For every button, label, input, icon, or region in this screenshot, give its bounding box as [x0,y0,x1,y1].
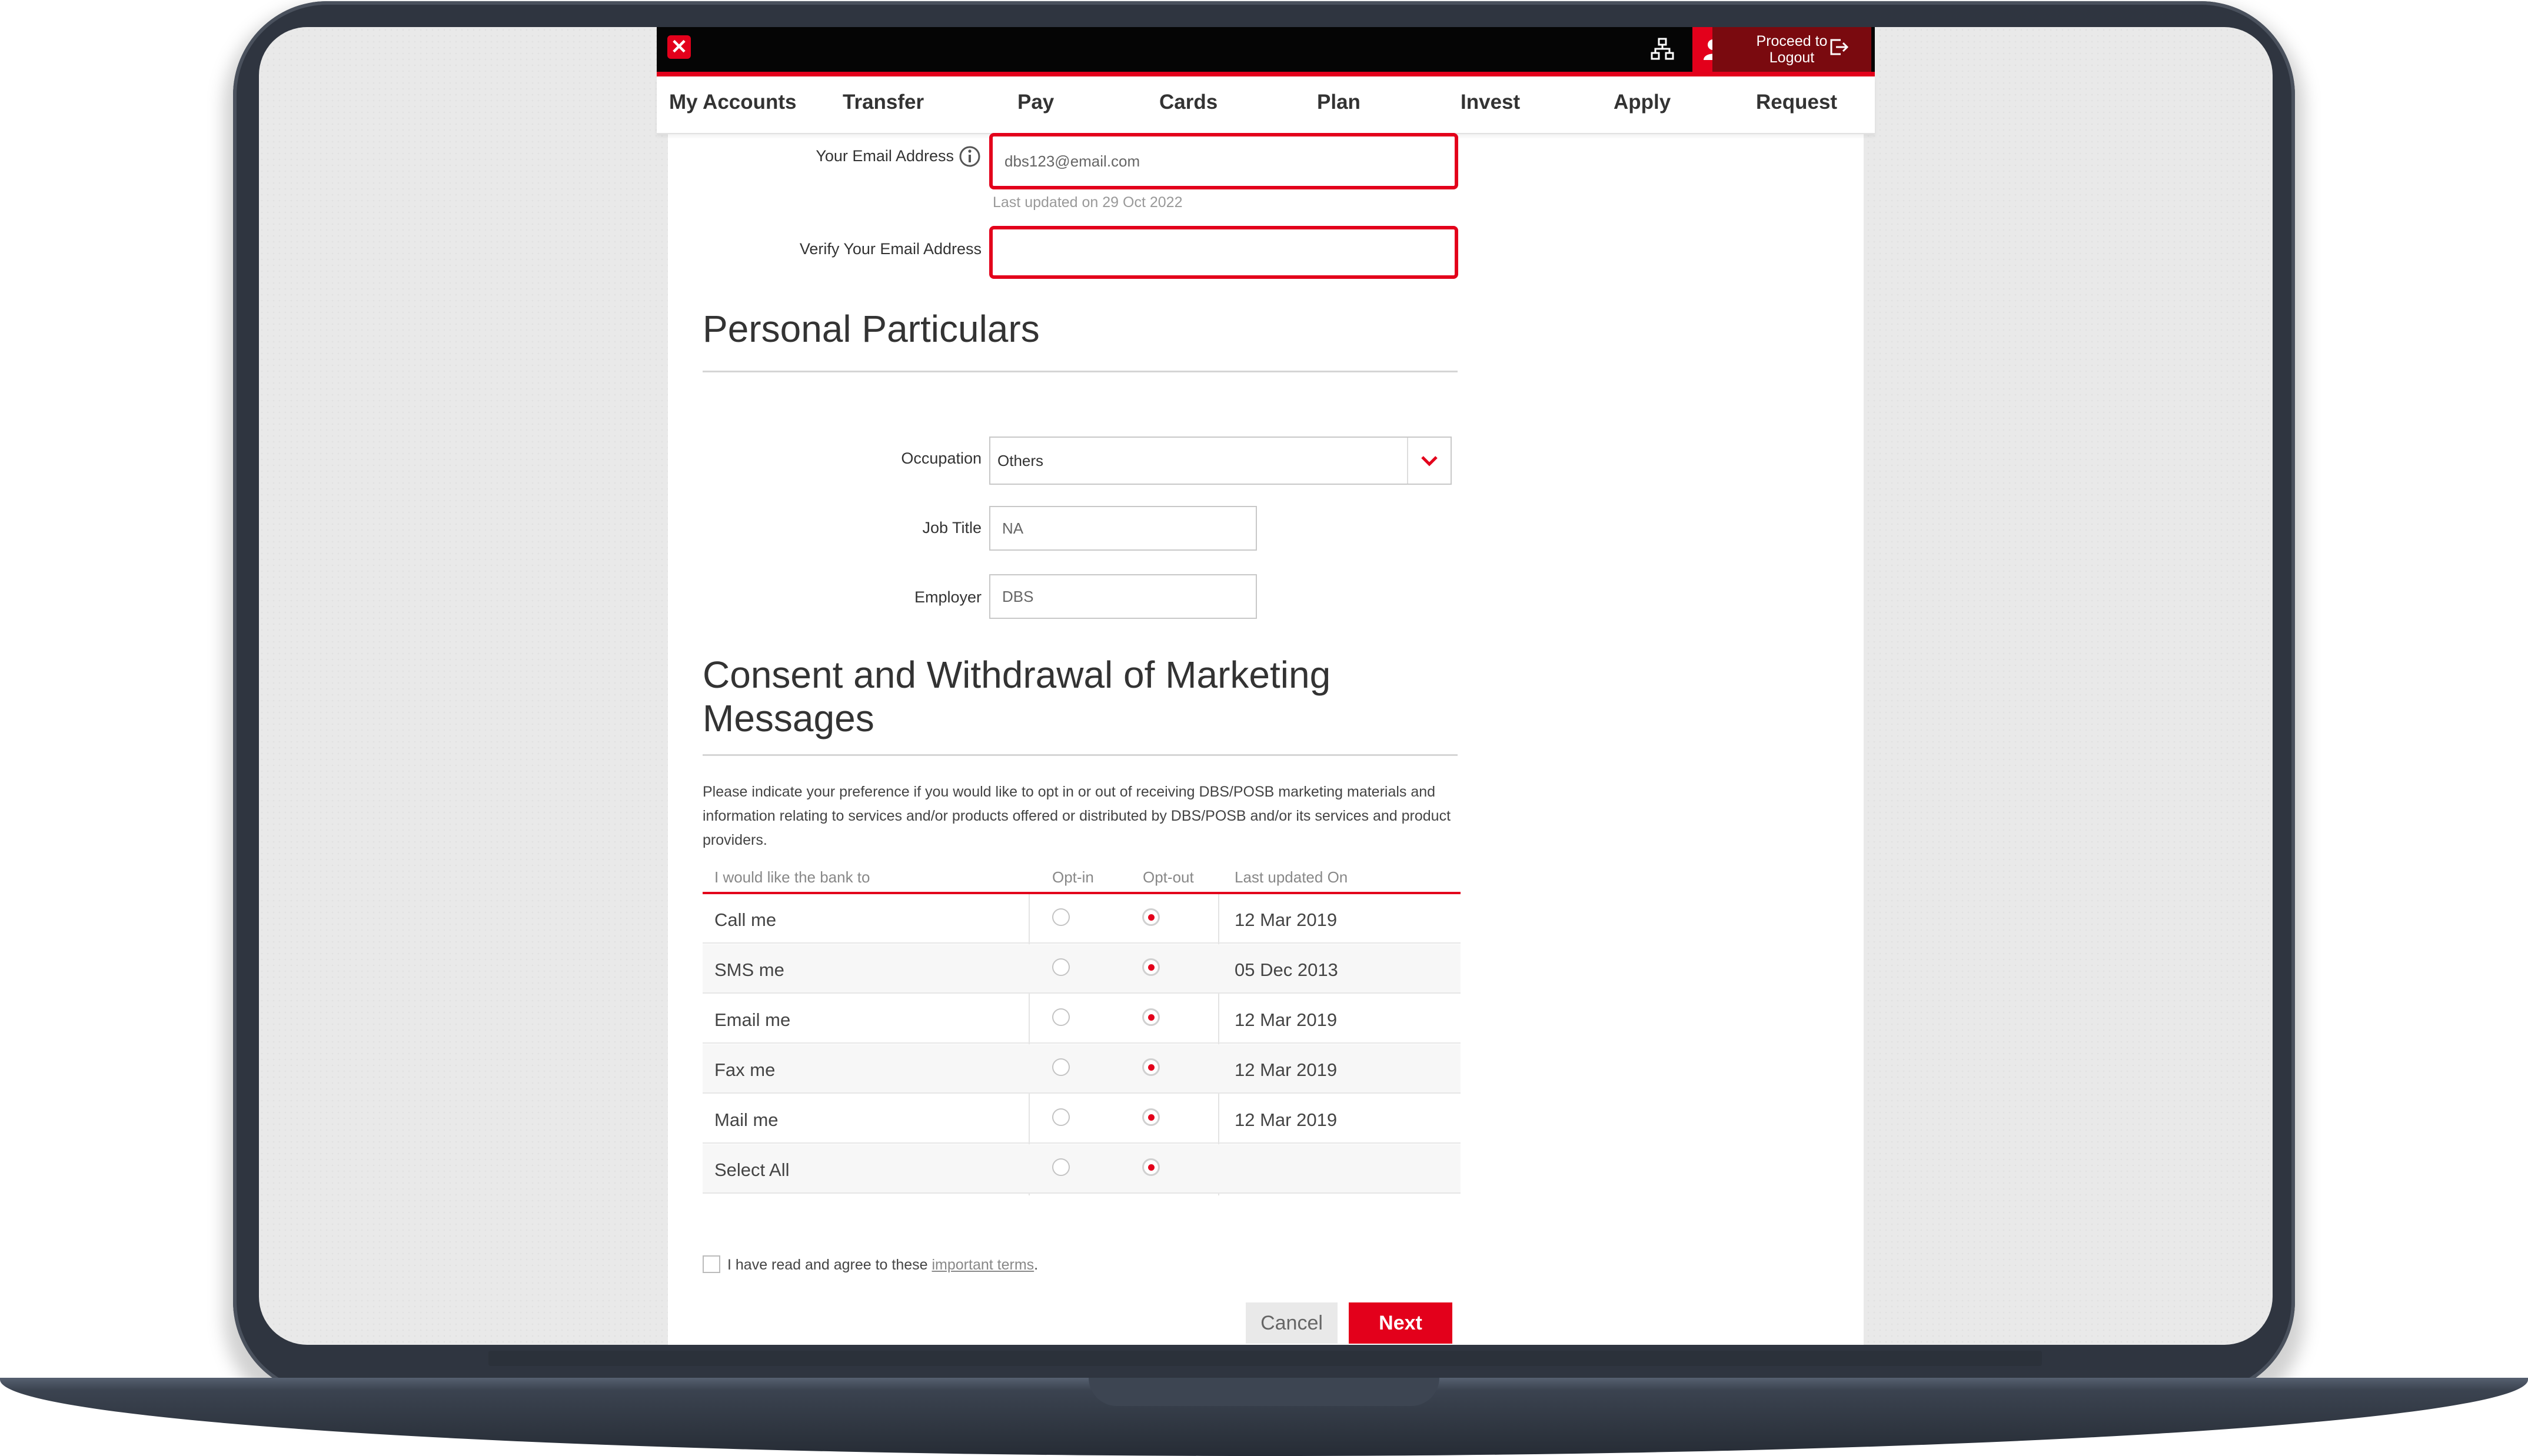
column-header: Opt-out [1143,868,1194,886]
employer-field[interactable] [989,574,1257,619]
personal-particulars-heading: Personal Particulars [703,308,1040,350]
row-date: 12 Mar 2019 [1235,909,1338,930]
opt-out-all-radio[interactable] [1142,1158,1160,1176]
row-label: Email me [714,1009,791,1030]
consent-heading-line1: Consent and Withdrawal of Marketing [703,654,1331,696]
opt-out-radio[interactable] [1142,1058,1160,1076]
table-row: Select All [703,1144,1461,1194]
next-button[interactable]: Next [1349,1302,1452,1344]
sitemap-icon[interactable] [1642,31,1683,68]
consent-heading: Consent and Withdrawal of Marketing Mess… [703,653,1330,740]
verify-email-label: Verify Your Email Address [799,240,982,258]
opt-out-radio[interactable] [1142,908,1160,926]
nav-invest[interactable]: Invest [1461,91,1520,114]
occupation-value: Others [997,452,1044,469]
row-label: Select All [714,1160,790,1180]
terms-suffix: . [1034,1257,1039,1273]
consent-description: Please indicate your preference if you w… [703,784,1451,848]
job-title-label: Job Title [922,519,982,537]
section-divider [703,371,1458,372]
laptop-notch [1089,1378,1439,1406]
nav-my-accounts[interactable]: My Accounts [669,91,797,114]
row-date: 12 Mar 2019 [1235,1059,1338,1080]
important-terms-link[interactable]: important terms [932,1257,1034,1273]
top-bar-accent [657,72,1875,76]
nav-apply[interactable]: Apply [1614,91,1671,114]
nav-cards[interactable]: Cards [1159,91,1218,114]
column-header: Opt-in [1052,868,1094,886]
section-divider [703,754,1458,756]
table-row: Mail me 12 Mar 2019 [703,1094,1461,1144]
occupation-label: Occupation [901,449,982,467]
opt-in-all-radio[interactable] [1052,1158,1070,1176]
verify-email-field[interactable] [989,226,1458,279]
nav-transfer[interactable]: Transfer [843,91,924,114]
consent-table: I would like the bank to Opt-in Opt-out … [703,868,1461,1224]
job-title-field[interactable] [989,506,1257,551]
main-nav [657,76,1875,134]
laptop-screen: ✕ Proceed to Logout My Accounts Transfer… [259,27,2273,1345]
table-row: Email me 12 Mar 2019 [703,994,1461,1044]
opt-in-radio[interactable] [1052,908,1070,926]
nav-pay[interactable]: Pay [1017,91,1054,114]
opt-in-radio[interactable] [1052,1008,1070,1026]
table-row: Call me 12 Mar 2019 [703,894,1461,944]
logout-button[interactable]: Proceed to Logout [1712,27,1871,72]
dbs-logo-icon[interactable]: ✕ [667,35,691,59]
logout-icon [1830,39,1849,55]
email-updated-note: Last updated on 29 Oct 2022 [993,194,1183,211]
table-body: Call me 12 Mar 2019 SMS me 05 Dec 2013 E… [703,894,1461,1195]
occupation-select[interactable]: Others [989,437,1452,485]
opt-in-radio[interactable] [1052,958,1070,976]
opt-in-radio[interactable] [1052,1108,1070,1126]
employer-label: Employer [914,588,982,606]
email-field[interactable] [989,133,1458,189]
email-label: Your Email Address [816,147,954,165]
row-date: 12 Mar 2019 [1235,1009,1338,1030]
cancel-button[interactable]: Cancel [1246,1302,1338,1344]
terms-checkbox[interactable] [703,1255,720,1273]
row-label: Mail me [714,1110,779,1130]
opt-out-radio[interactable] [1142,1108,1160,1126]
consent-heading-line2: Messages [703,697,874,739]
nav-plan[interactable]: Plan [1317,91,1361,114]
row-date: 12 Mar 2019 [1235,1110,1338,1130]
opt-in-radio[interactable] [1052,1058,1070,1076]
terms-prefix: I have read and agree to these [727,1257,928,1273]
column-header: I would like the bank to [714,868,870,886]
row-label: Fax me [714,1059,776,1080]
opt-out-radio[interactable] [1142,1008,1160,1026]
column-header: Last updated On [1235,868,1348,886]
row-date: 05 Dec 2013 [1235,959,1338,980]
table-row: SMS me 05 Dec 2013 [703,944,1461,994]
row-label: SMS me [714,959,784,980]
row-label: Call me [714,909,777,930]
chevron-down-icon[interactable] [1407,438,1451,484]
opt-out-radio[interactable] [1142,958,1160,976]
laptop-hinge [488,1351,2042,1366]
info-icon[interactable] [958,145,982,168]
terms-text: I have read and agree to these important… [727,1257,1038,1274]
nav-request[interactable]: Request [1756,91,1837,114]
table-row: Fax me 12 Mar 2019 [703,1044,1461,1094]
